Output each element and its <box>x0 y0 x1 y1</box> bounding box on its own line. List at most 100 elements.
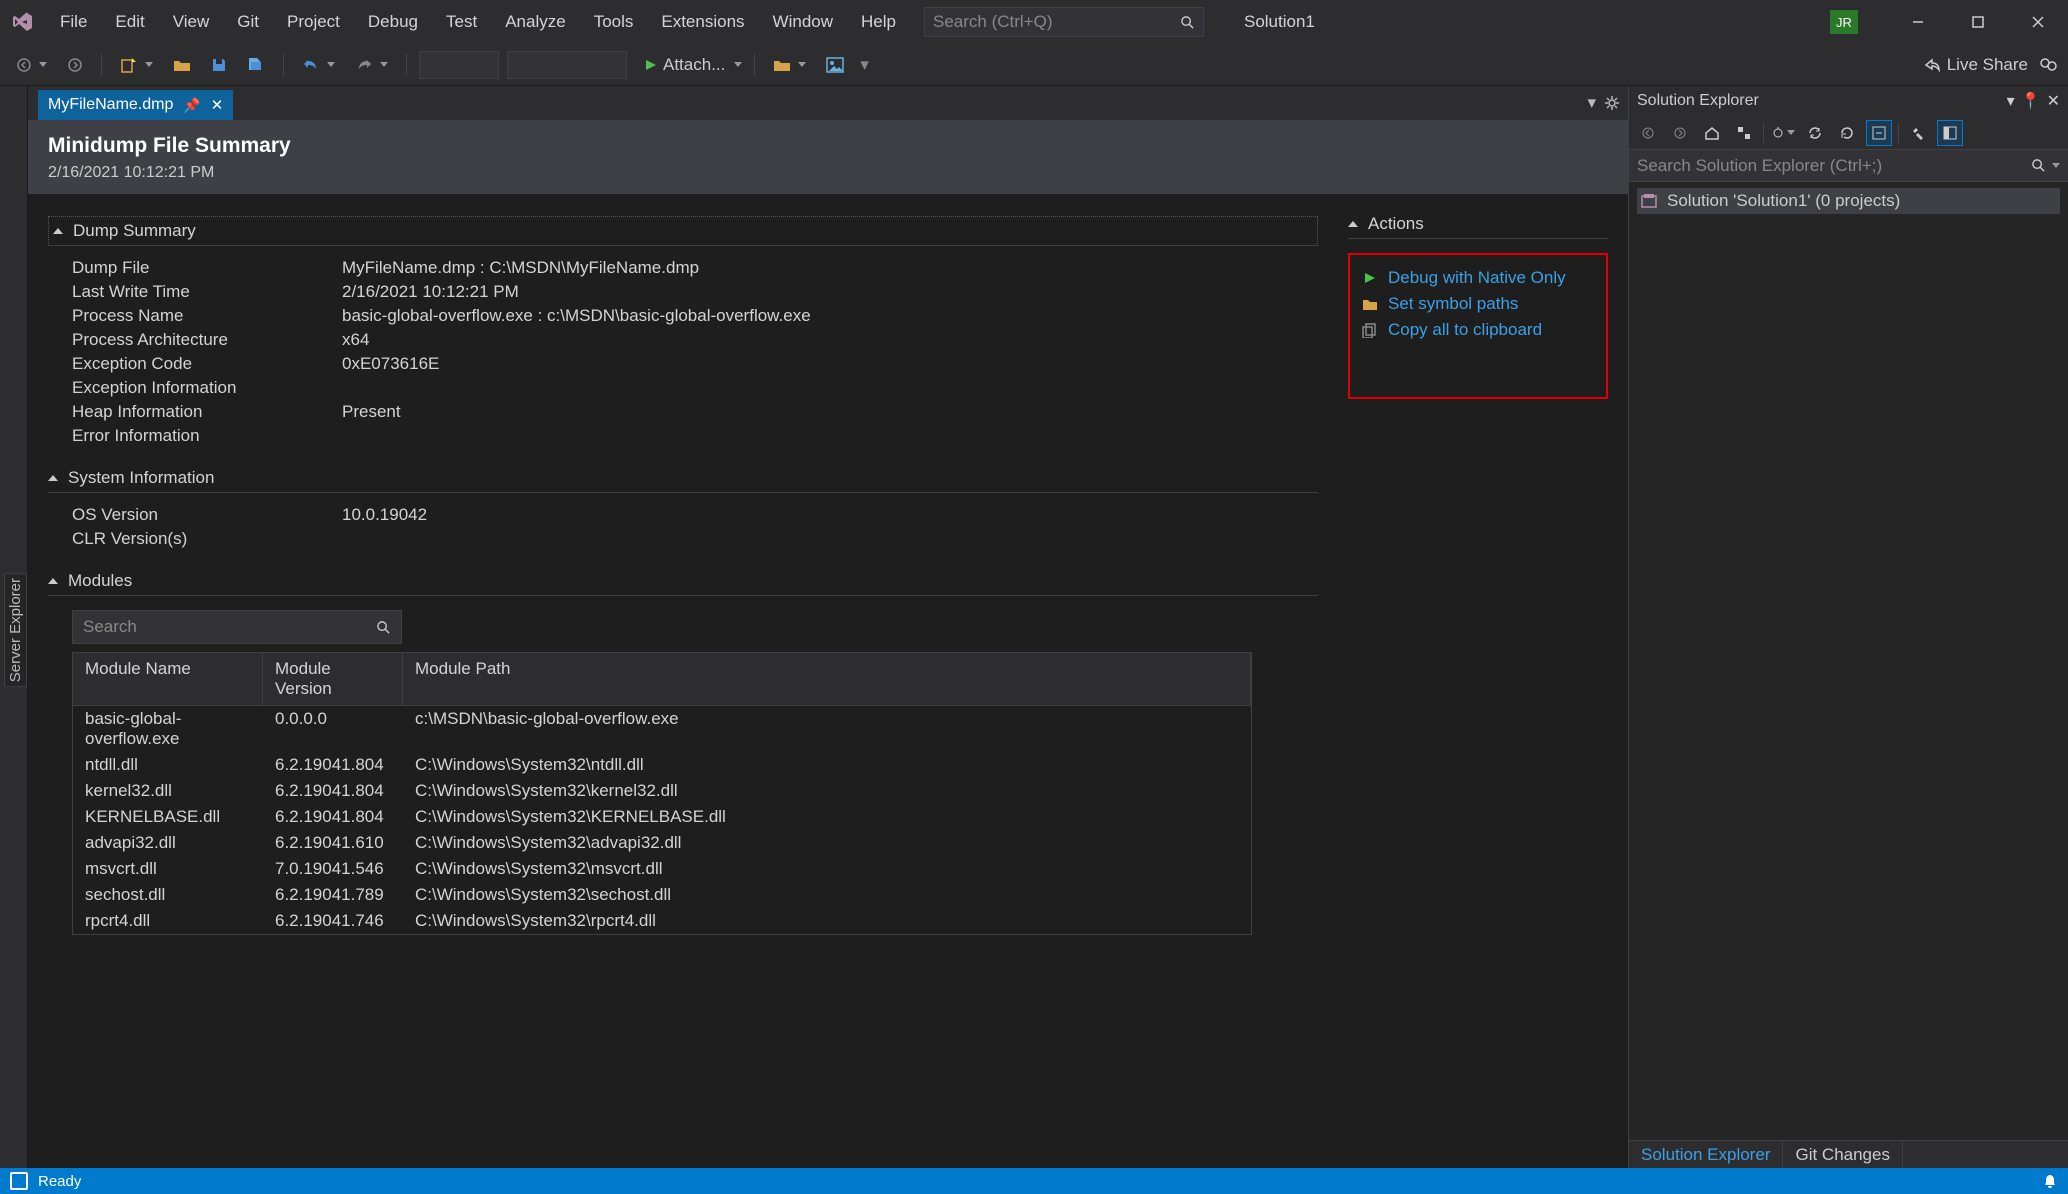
info-row: OS Version10.0.19042 <box>72 503 1318 527</box>
config-dropdown[interactable] <box>419 51 499 79</box>
new-item-button[interactable] <box>114 52 159 78</box>
solution-root-node[interactable]: Solution 'Solution1' (0 projects) <box>1637 188 2060 214</box>
menu-project[interactable]: Project <box>273 6 354 38</box>
table-row[interactable]: rpcrt4.dll6.2.19041.746C:\Windows\System… <box>73 908 1251 934</box>
filter-icon[interactable] <box>1770 120 1796 146</box>
cell: 7.0.19041.546 <box>263 856 403 882</box>
refresh-icon[interactable] <box>1834 120 1860 146</box>
main-toolbar: Attach... ▾ Live Share <box>0 44 2068 86</box>
info-row: Error Information <box>72 424 1318 448</box>
info-key: Error Information <box>72 426 342 446</box>
document-tab[interactable]: MyFileName.dmp 📌 ✕ <box>38 90 233 120</box>
table-row[interactable]: advapi32.dll6.2.19041.610C:\Windows\Syst… <box>73 830 1251 856</box>
redo-button[interactable] <box>349 53 394 77</box>
solexp-search[interactable]: Search Solution Explorer (Ctrl+;) <box>1629 150 2068 182</box>
menu-test[interactable]: Test <box>432 6 491 38</box>
modules-header[interactable]: Modules <box>48 567 1318 596</box>
cell: c:\MSDN\basic-global-overflow.exe <box>403 706 1251 752</box>
table-row[interactable]: KERNELBASE.dll6.2.19041.804C:\Windows\Sy… <box>73 804 1251 830</box>
table-row[interactable]: msvcrt.dll7.0.19041.546C:\Windows\System… <box>73 856 1251 882</box>
server-explorer-tab[interactable]: Server Explorer <box>4 573 27 687</box>
save-all-button[interactable] <box>241 52 271 78</box>
forward-icon[interactable] <box>1667 120 1693 146</box>
menu-git[interactable]: Git <box>223 6 273 38</box>
column-header[interactable]: Module Name <box>73 653 263 705</box>
menu-window[interactable]: Window <box>759 6 847 38</box>
cell: basic-global-overflow.exe <box>73 706 263 752</box>
home-icon[interactable] <box>1699 120 1725 146</box>
save-button[interactable] <box>205 53 233 77</box>
chevron-up-icon <box>48 475 58 481</box>
tab-solution-explorer[interactable]: Solution Explorer <box>1629 1141 1783 1168</box>
sync-icon[interactable] <box>1802 120 1828 146</box>
menu-debug[interactable]: Debug <box>354 6 432 38</box>
tab-overflow-icon[interactable]: ▾ <box>1587 93 1596 113</box>
play-icon <box>1362 271 1380 285</box>
column-header[interactable]: Module Path <box>403 653 1251 705</box>
user-badge[interactable]: JR <box>1830 10 1858 34</box>
cell: ntdll.dll <box>73 752 263 778</box>
feedback-icon[interactable] <box>2038 56 2058 74</box>
preview-icon[interactable] <box>1937 120 1963 146</box>
nav-forward-button[interactable] <box>61 53 89 77</box>
maximize-button[interactable] <box>1948 0 2008 44</box>
menu-tools[interactable]: Tools <box>580 6 648 38</box>
cell: C:\Windows\System32\sechost.dll <box>403 882 1251 908</box>
status-icon[interactable] <box>10 1172 28 1190</box>
window-controls: JR <box>1830 0 2068 44</box>
menu-view[interactable]: View <box>159 6 224 38</box>
close-button[interactable] <box>2008 0 2068 44</box>
minimize-button[interactable] <box>1888 0 1948 44</box>
folder-icon-button[interactable] <box>767 54 812 76</box>
table-row[interactable]: kernel32.dll6.2.19041.804C:\Windows\Syst… <box>73 778 1251 804</box>
table-row[interactable]: ntdll.dll6.2.19041.804C:\Windows\System3… <box>73 752 1251 778</box>
action-set-symbol-paths[interactable]: Set symbol paths <box>1358 291 1598 317</box>
collapse-all-icon[interactable] <box>1866 120 1892 146</box>
info-key: Dump File <box>72 258 342 278</box>
pin-icon[interactable]: 📌 <box>183 97 200 114</box>
properties-icon[interactable] <box>1905 120 1931 146</box>
menu-extensions[interactable]: Extensions <box>647 6 758 38</box>
action-copy-all-to-clipboard[interactable]: Copy all to clipboard <box>1358 317 1598 343</box>
tab-settings-icon[interactable] <box>1604 95 1620 111</box>
close-icon[interactable]: ✕ <box>2047 91 2060 111</box>
notification-bell-icon[interactable] <box>2042 1173 2058 1189</box>
cell: C:\Windows\System32\rpcrt4.dll <box>403 908 1251 934</box>
menu-edit[interactable]: Edit <box>101 6 158 38</box>
table-row[interactable]: sechost.dll6.2.19041.789C:\Windows\Syste… <box>73 882 1251 908</box>
menu-file[interactable]: File <box>46 6 101 38</box>
action-debug-with-native-only[interactable]: Debug with Native Only <box>1358 265 1598 291</box>
menu-help[interactable]: Help <box>847 6 910 38</box>
vs-logo-icon <box>8 8 36 36</box>
column-header[interactable]: Module Version <box>263 653 403 705</box>
image-tool-button[interactable] <box>820 53 850 77</box>
dump-summary-header[interactable]: Dump Summary <box>48 216 1318 246</box>
actions-header[interactable]: Actions <box>1348 210 1608 239</box>
quick-search[interactable]: Search (Ctrl+Q) <box>924 7 1204 37</box>
dropdown-icon[interactable]: ▾ <box>2007 91 2015 111</box>
cell: C:\Windows\System32\KERNELBASE.dll <box>403 804 1251 830</box>
titlebar: FileEditViewGitProjectDebugTestAnalyzeTo… <box>0 0 2068 44</box>
menu-analyze[interactable]: Analyze <box>491 6 579 38</box>
solution-explorer-panel: Solution Explorer ▾ 📍 ✕ Search Solution … <box>1628 86 2068 1168</box>
attach-button[interactable]: Attach... <box>643 55 742 75</box>
cell: C:\Windows\System32\kernel32.dll <box>403 778 1251 804</box>
solexp-toolbar <box>1629 116 2068 150</box>
info-value: MyFileName.dmp : C:\MSDN\MyFileName.dmp <box>342 258 699 278</box>
actions-highlight-box: Debug with Native OnlySet symbol pathsCo… <box>1348 253 1608 399</box>
info-row: Process Architecturex64 <box>72 328 1318 352</box>
back-icon[interactable] <box>1635 120 1661 146</box>
open-button[interactable] <box>167 54 197 76</box>
nav-back-button[interactable] <box>10 53 53 77</box>
switch-views-icon[interactable] <box>1731 120 1757 146</box>
modules-search[interactable]: Search <box>72 610 402 644</box>
chevron-up-icon <box>48 578 58 584</box>
pin-icon[interactable]: 📍 <box>2021 91 2041 111</box>
platform-dropdown[interactable] <box>507 51 627 79</box>
liveshare-button[interactable]: Live Share <box>1923 55 2028 75</box>
close-icon[interactable]: ✕ <box>211 96 224 114</box>
system-info-header[interactable]: System Information <box>48 464 1318 493</box>
table-row[interactable]: basic-global-overflow.exe0.0.0.0c:\MSDN\… <box>73 706 1251 752</box>
undo-button[interactable] <box>296 53 341 77</box>
tab-git-changes[interactable]: Git Changes <box>1783 1141 1903 1168</box>
